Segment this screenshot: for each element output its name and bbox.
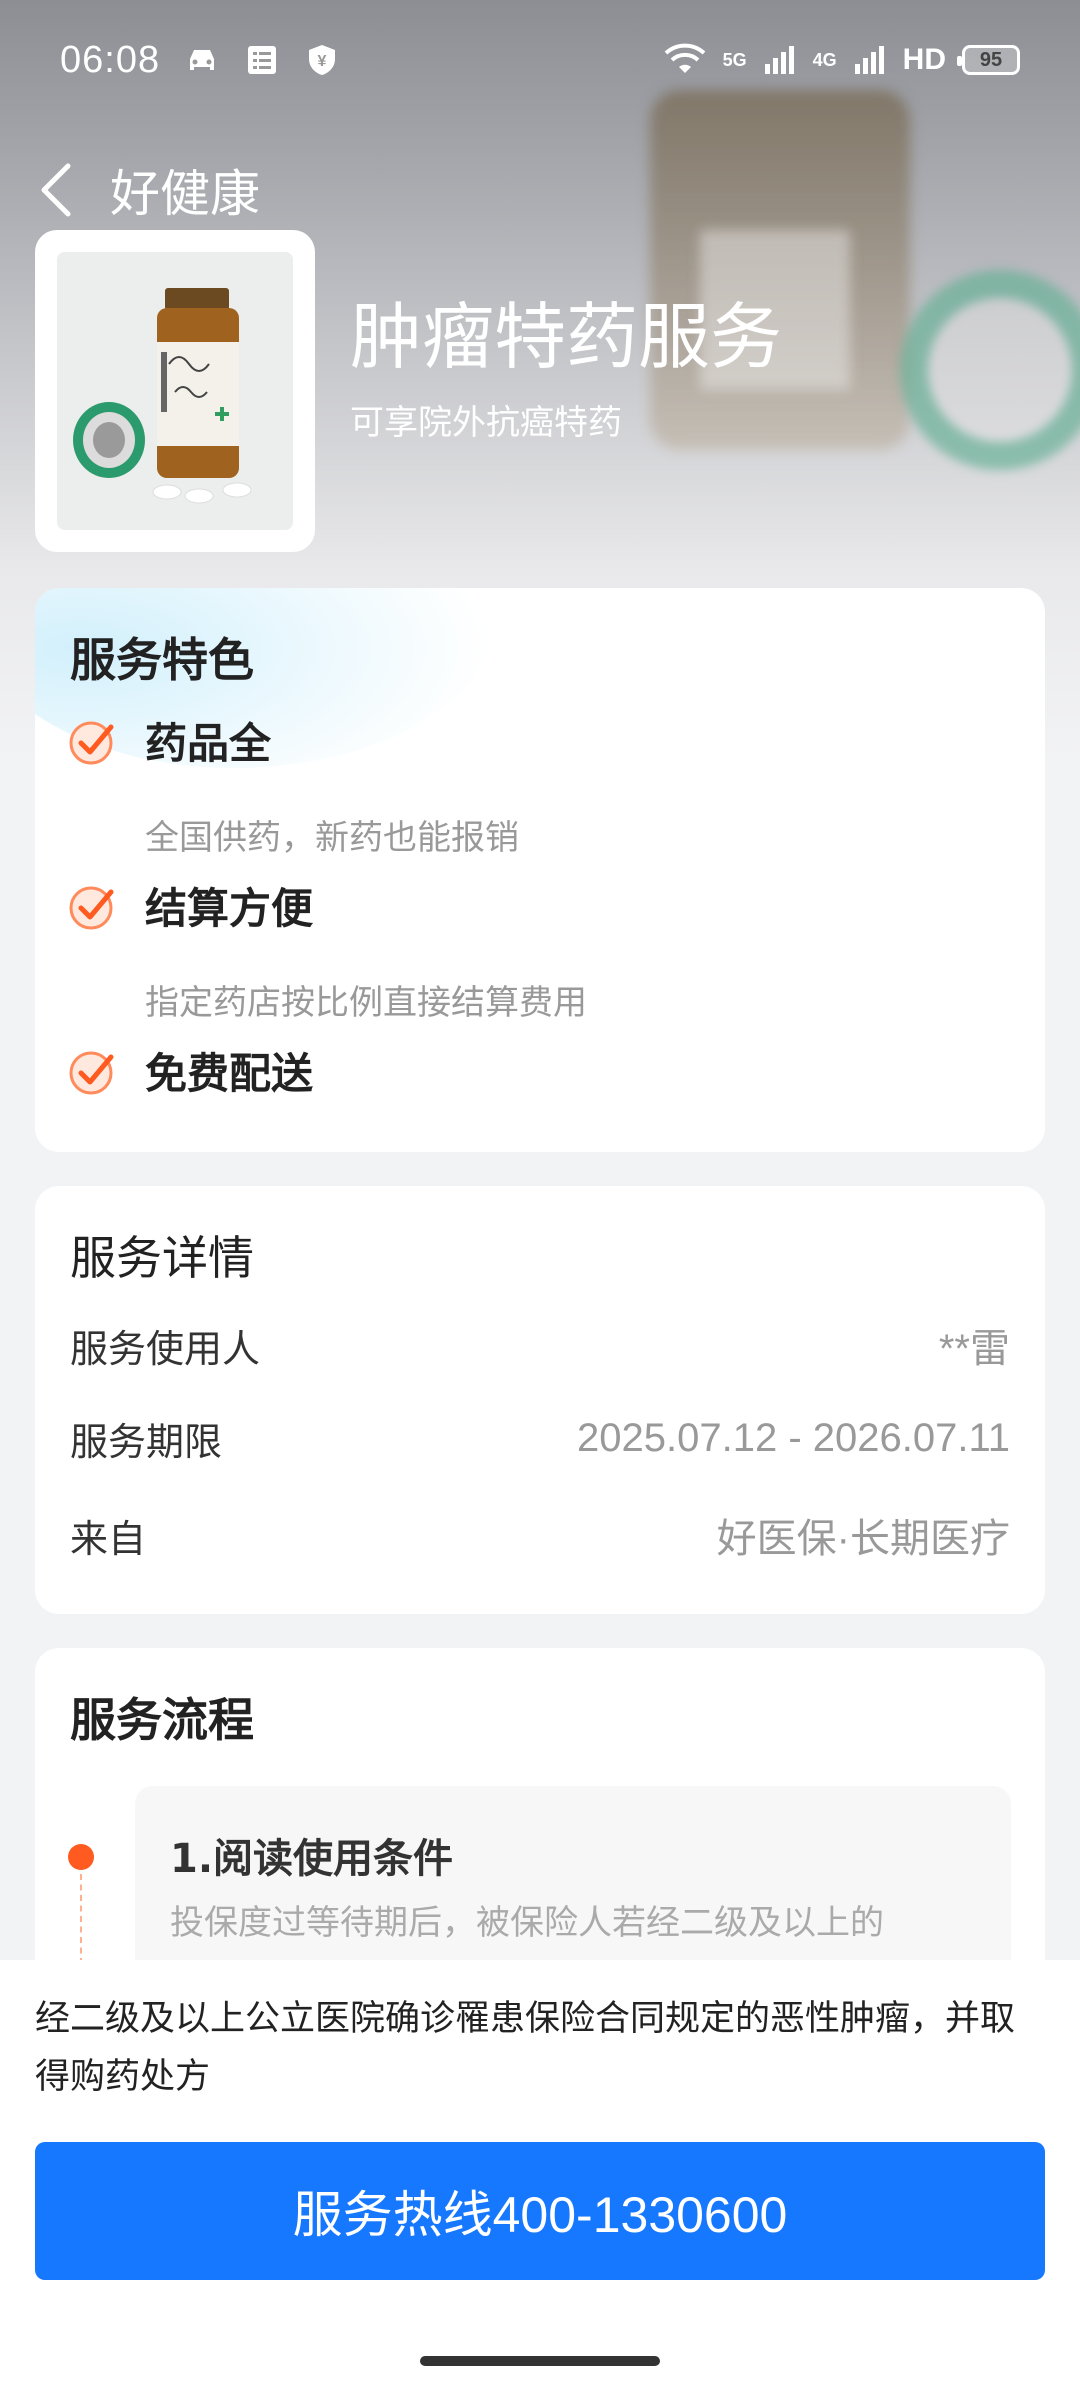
- status-time: 06:08: [60, 38, 161, 81]
- check-circle-icon: [69, 1051, 114, 1094]
- product-subtitle: 可享院外抗癌特药: [350, 403, 622, 443]
- feature-desc: 全国供药，新药也能报销: [145, 818, 519, 858]
- feature-item: 结算方便: [67, 875, 313, 936]
- detail-label: 来自: [70, 1516, 147, 1561]
- network-4g-label: 4G: [812, 49, 837, 70]
- feature-card: 服务特色 药品全 全国供药，新药也能报销 结算方便 指定药店按比例直接结算费用 …: [35, 588, 1045, 1152]
- detail-row: 服务期限 2025.07.12 - 2026.07.11: [70, 1411, 1010, 1466]
- detail-row: 服务使用人 **雷: [70, 1316, 1010, 1374]
- hero-cap-decoration: [900, 270, 1080, 470]
- nav-bar: 好健康: [36, 150, 260, 230]
- battery-indicator: 95: [957, 45, 1020, 75]
- check-circle-icon: [69, 721, 114, 764]
- chevron-left-icon: [41, 163, 71, 217]
- hotline-button[interactable]: 服务热线400-1330600: [35, 2142, 1045, 2280]
- feature-name: 免费配送: [145, 1049, 314, 1098]
- timeline-line: [80, 1874, 82, 1964]
- detail-value: 好医保·长期医疗: [716, 1517, 1010, 1561]
- flow-card-title: 服务流程: [70, 1693, 254, 1747]
- product-image: [35, 230, 315, 552]
- signal-5g-icon: [764, 46, 794, 74]
- car-icon: [190, 50, 215, 70]
- shield-yen-icon: ¥: [309, 45, 336, 75]
- detail-card: 服务详情 服务使用人 **雷 服务期限 2025.07.12 - 2026.07…: [35, 1186, 1045, 1614]
- flow-step-title: 1.阅读使用条件: [170, 1836, 454, 1882]
- product-title: 肿瘤特药服务: [350, 295, 783, 379]
- list-icon: [248, 46, 277, 74]
- hd-label: HD: [902, 43, 946, 76]
- detail-row: 来自 好医保·长期医疗: [70, 1506, 1010, 1564]
- page-title: 好健康: [110, 165, 260, 223]
- wifi-icon: [664, 43, 705, 73]
- feature-item: 免费配送: [67, 1040, 313, 1101]
- feature-name: 结算方便: [145, 884, 314, 933]
- bottom-sheet: 经二级及以上公立医院确诊罹患保险合同规定的恶性肿瘤，并取得购药处方 服务热线40…: [0, 1960, 1080, 2400]
- feature-item: 药品全: [67, 710, 271, 771]
- network-5g-label: 5G: [722, 49, 747, 70]
- detail-value: **雷: [938, 1327, 1010, 1371]
- status-bar: 06:08 ¥ 5G 4G HD 95: [0, 0, 1080, 120]
- detail-value: 2025.07.12 - 2026.07.11: [577, 1416, 1010, 1460]
- signal-4g-icon: [854, 46, 884, 74]
- check-circle-icon: [69, 886, 114, 929]
- bottom-condition-text: 经二级及以上公立医院确诊罹患保险合同规定的恶性肿瘤，并取得购药处方: [35, 1999, 1016, 2097]
- svg-text:¥: ¥: [318, 53, 327, 70]
- timeline-dot: [68, 1844, 94, 1870]
- detail-card-title: 服务详情: [70, 1231, 254, 1285]
- home-indicator[interactable]: [420, 2356, 660, 2366]
- feature-card-title: 服务特色: [70, 633, 254, 687]
- detail-label: 服务期限: [70, 1420, 223, 1464]
- detail-label: 服务使用人: [70, 1326, 261, 1371]
- back-button[interactable]: [36, 160, 80, 220]
- medicine-bottle-icon: [57, 252, 293, 530]
- flow-step-text: 投保度过等待期后，被保险人若经二级及以上的: [170, 1903, 884, 1943]
- feature-name: 药品全: [145, 719, 272, 768]
- feature-desc: 指定药店按比例直接结算费用: [145, 983, 587, 1023]
